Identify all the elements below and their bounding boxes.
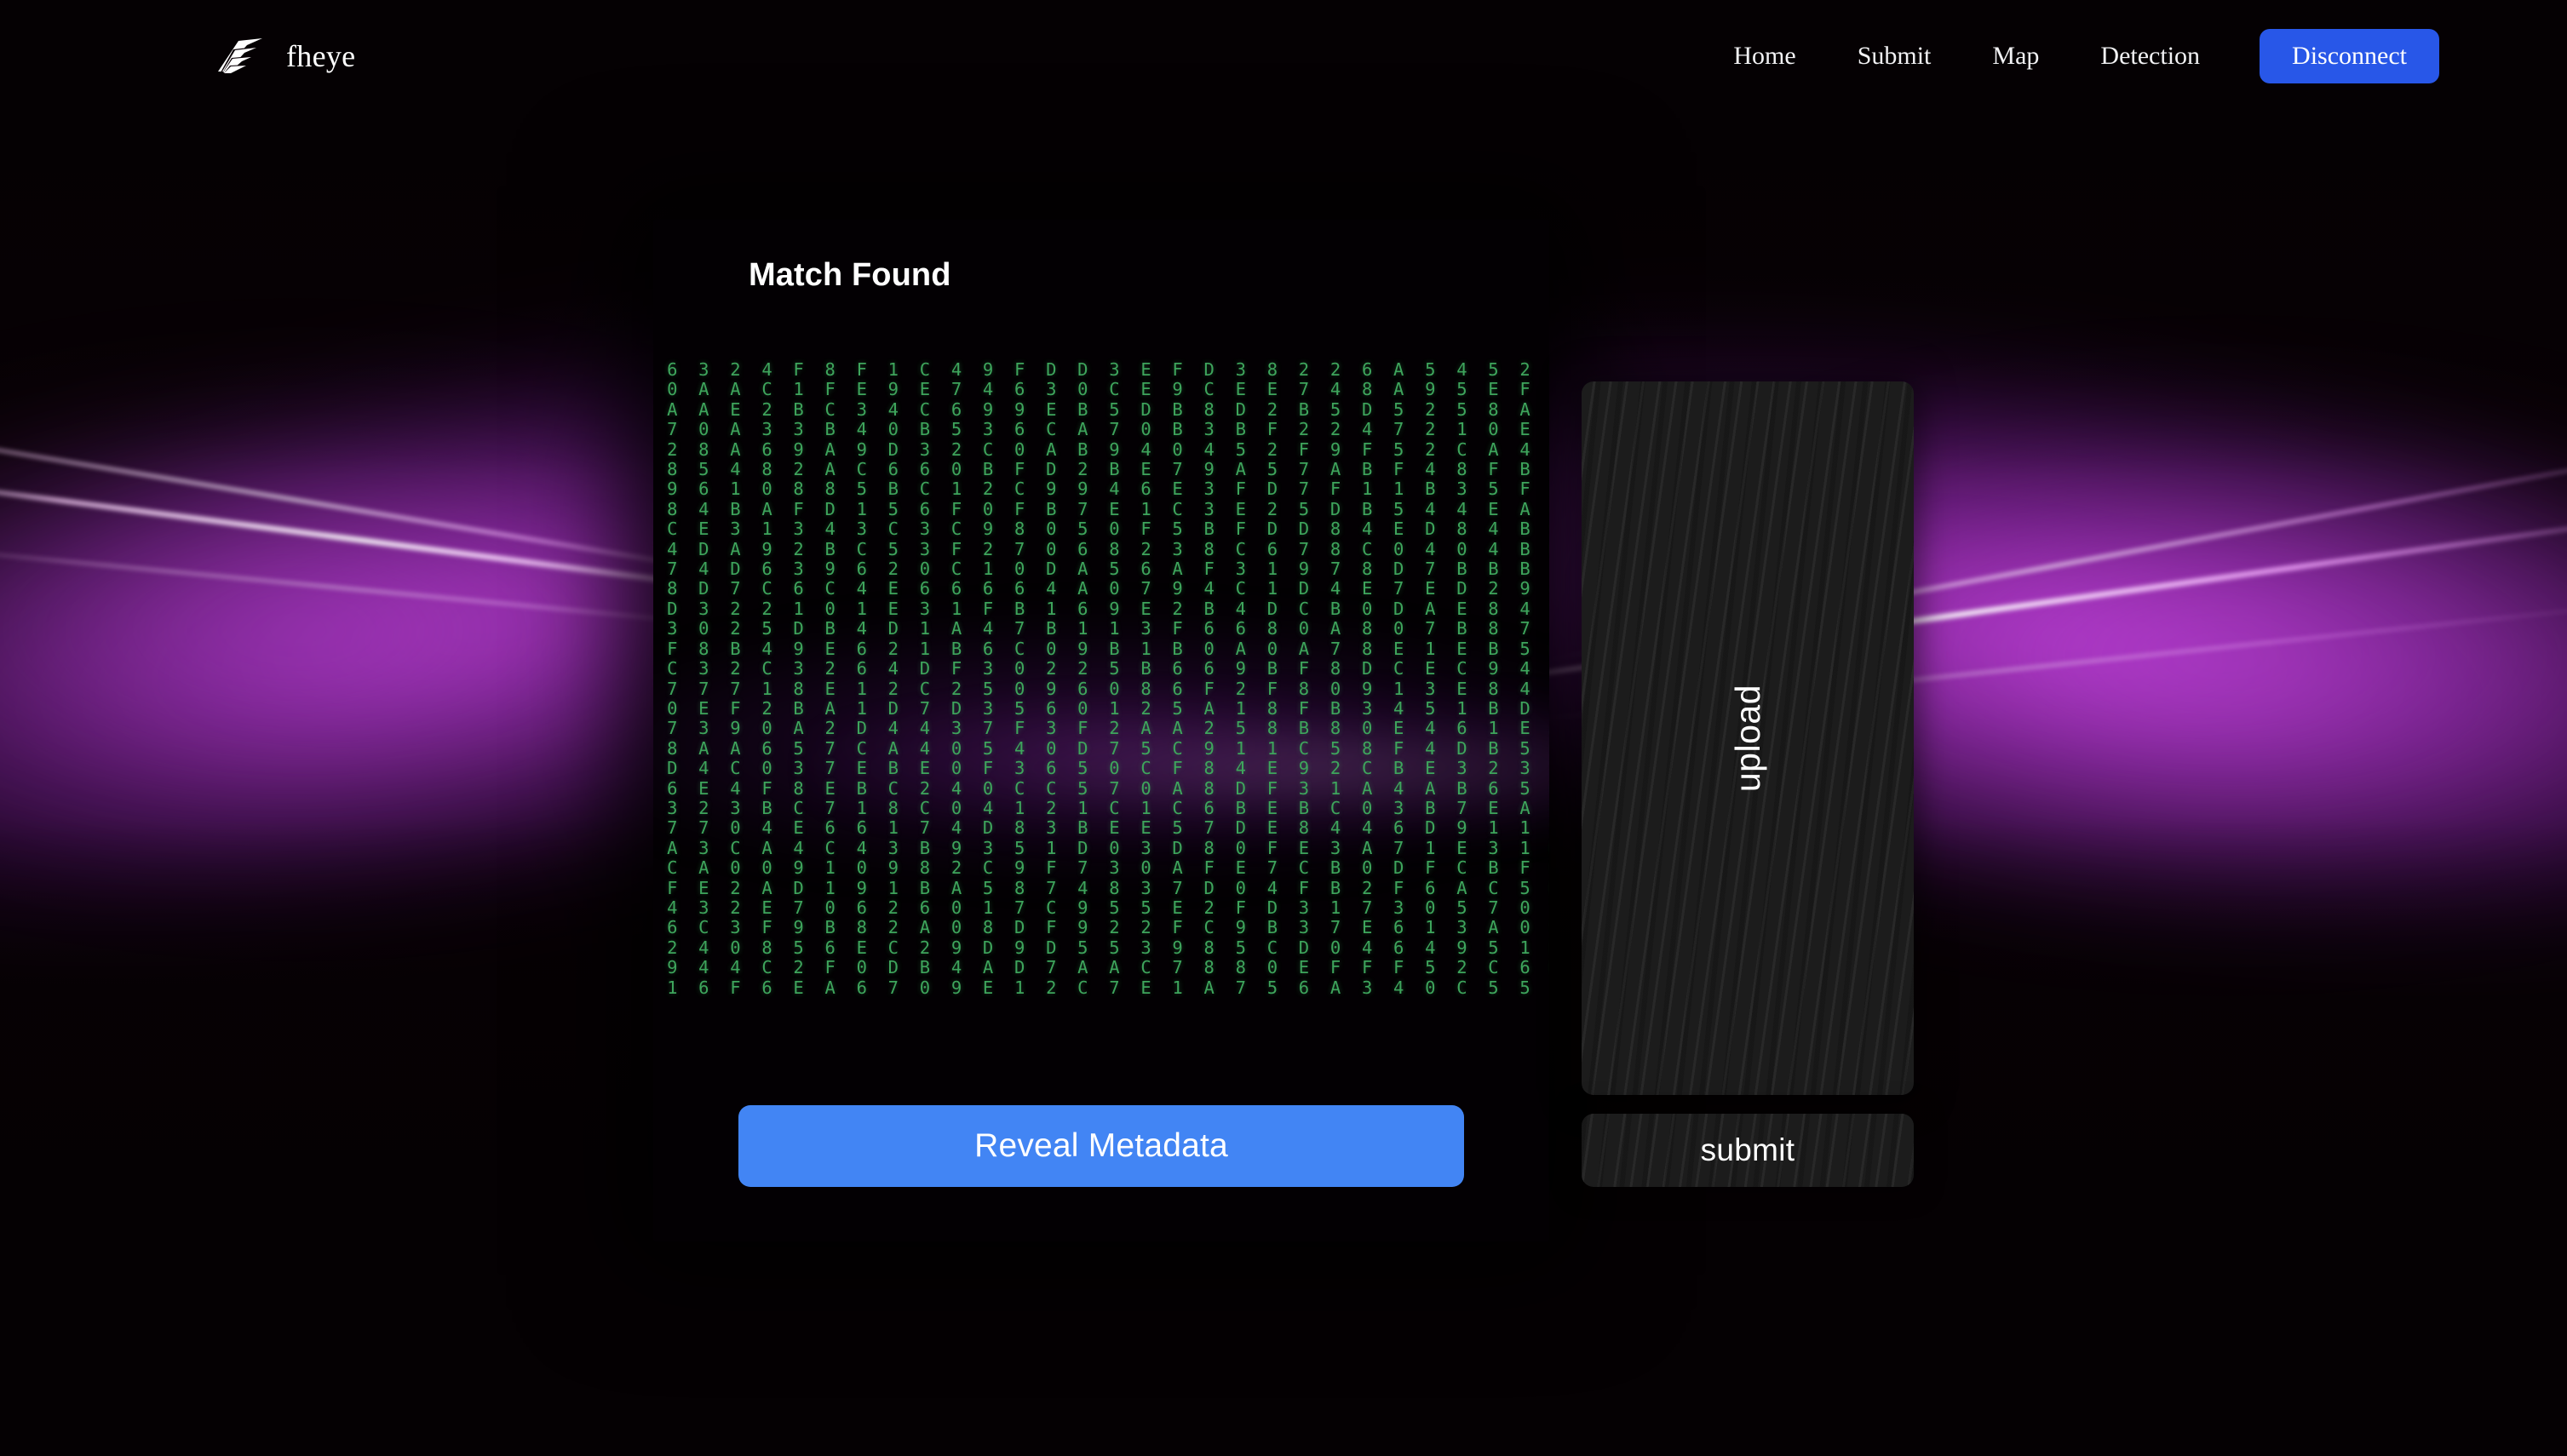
upload-column: upload submit: [1582, 381, 1914, 1187]
brand-name: fheye: [286, 39, 356, 73]
nav-links: Home Submit Map Detection Disconnect: [1703, 29, 2439, 83]
disconnect-button[interactable]: Disconnect: [2260, 29, 2439, 83]
submit-button-label: submit: [1700, 1132, 1795, 1167]
page-title: Match Found: [749, 257, 951, 293]
brand-logo[interactable]: fheye: [213, 37, 355, 75]
upload-dropzone[interactable]: upload: [1582, 381, 1914, 1095]
encrypted-hash-matrix: 5 0 6 3 2 4 F 8 F 1 C 4 9 F D D 3 E F D …: [667, 359, 1536, 998]
upload-label: upload: [1727, 684, 1767, 793]
top-navigation-bar: fheye Home Submit Map Detection Disconne…: [0, 0, 2567, 112]
nav-link-detection[interactable]: Detection: [2070, 32, 2231, 81]
nav-link-home[interactable]: Home: [1703, 32, 1826, 81]
wing-icon: [213, 37, 264, 75]
hash-matrix-viewport: 5 0 6 3 2 4 F 8 F 1 C 4 9 F D D 3 E F D …: [653, 294, 1549, 1105]
match-result-panel: Match Found 5 0 6 3 2 4 F 8 F 1 C 4 9 F …: [653, 220, 1549, 1241]
nav-link-submit[interactable]: Submit: [1827, 32, 1962, 81]
light-filament-4: [1398, 501, 2567, 696]
reveal-metadata-button[interactable]: Reveal Metadata: [738, 1105, 1464, 1187]
submit-button[interactable]: submit: [1582, 1114, 1914, 1187]
nav-link-map[interactable]: Map: [1961, 32, 2070, 81]
